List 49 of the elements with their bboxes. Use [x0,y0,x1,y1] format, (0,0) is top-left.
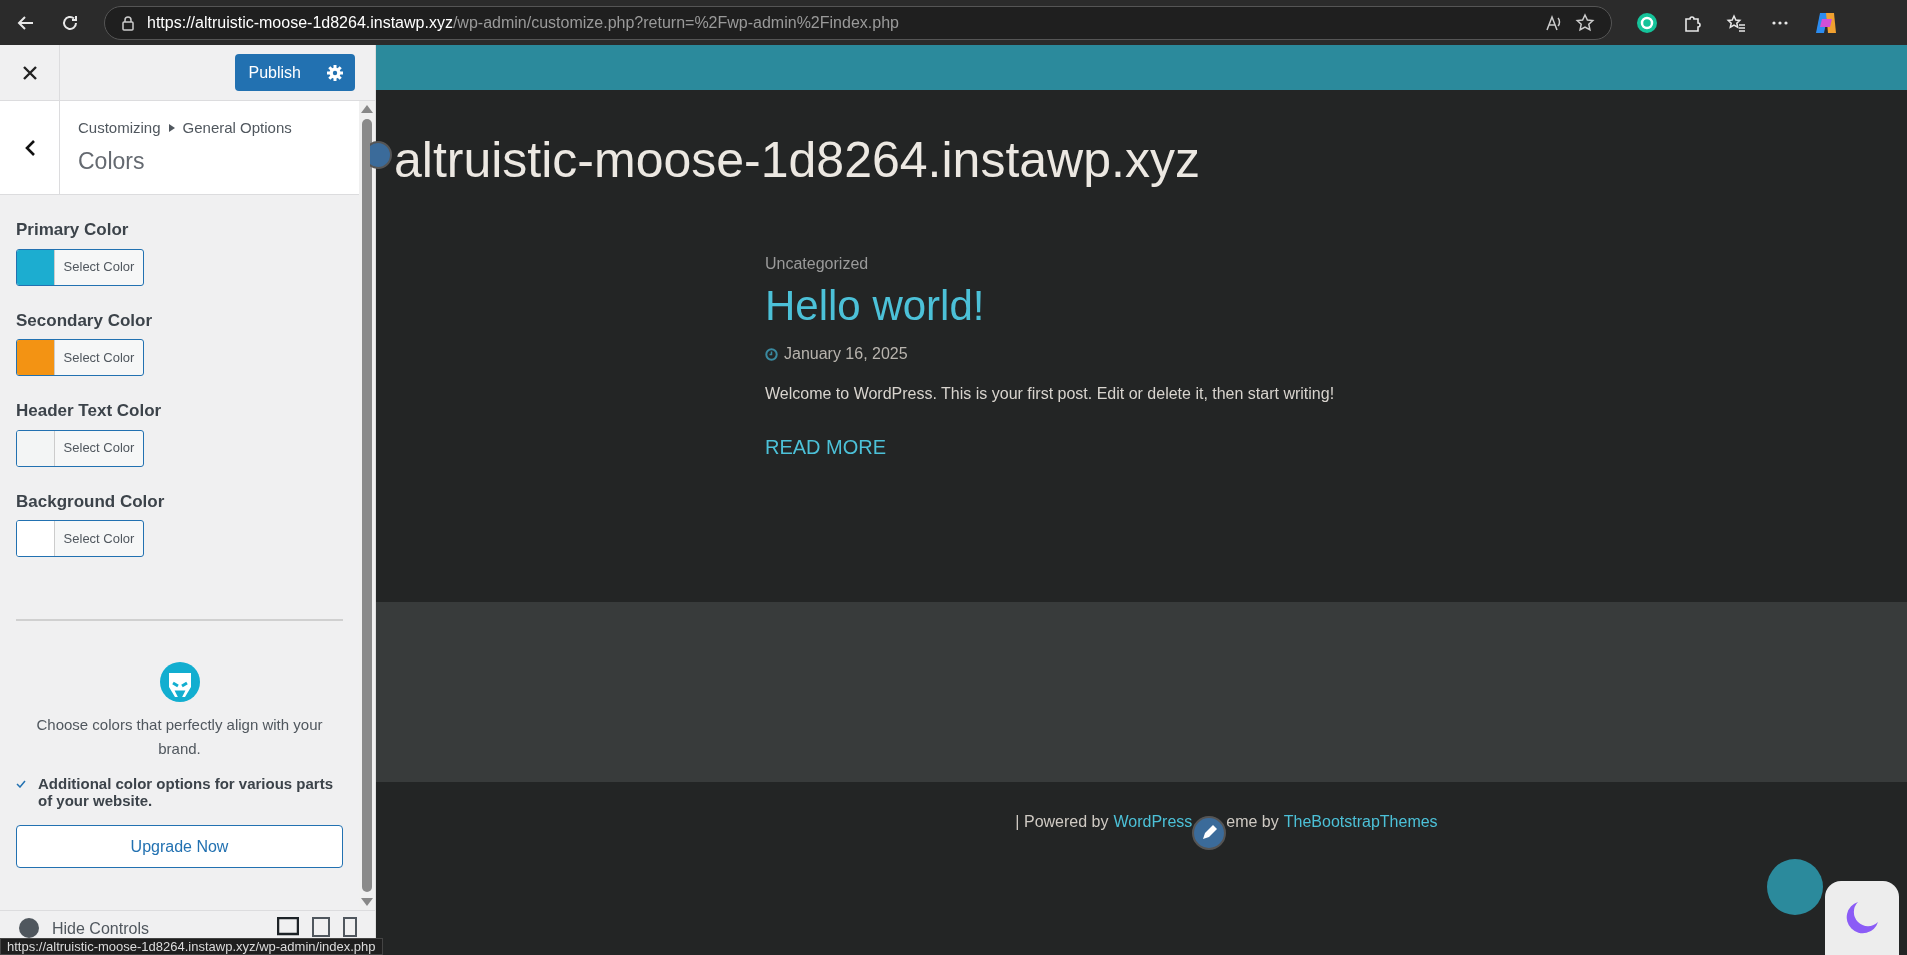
feature-text: Additional color options for various parts of your website. [38,775,335,809]
breadcrumb-item: Customizing [78,118,161,138]
control-label: Secondary Color [16,309,154,332]
control-label: Primary Color [16,219,130,241]
control-label: Header Text Color [16,400,163,422]
credit-text: | Powered by [1015,812,1109,832]
check-icon [16,780,26,788]
copilot-icon[interactable] [1814,10,1838,35]
post-title[interactable]: Hello world! [765,280,1907,332]
post-date: January 16, 2025 [784,344,908,364]
theme-author-link[interactable]: TheBootstrapThemes [1283,810,1438,834]
edit-pencil-icon[interactable] [1192,815,1227,850]
color-picker-button[interactable]: Select Color [16,429,144,467]
settings-icon [326,63,344,82]
post-excerpt: Welcome to WordPress. This is your first post. Edit or delete it, then start writing! [765,384,1336,404]
scroll-top-button[interactable] [1767,859,1823,915]
tablet-icon[interactable] [311,917,331,937]
control-label: Background Color [16,490,166,513]
status-url-tooltip: https://altruistic-moose-1d8264.instawp.xyz/wp-admin/index.php [0,938,383,955]
clock-icon [765,347,778,361]
star-icon[interactable] [1575,12,1595,33]
credit-text: eme by [1226,812,1279,832]
wordpress-link[interactable]: WordPress [1113,810,1193,834]
close-icon [21,64,38,81]
hide-controls-link[interactable]: Hide Controls [52,917,149,941]
breadcrumb-item: General Options [182,118,292,138]
lock-icon [121,14,135,31]
dark-mode-button[interactable] [1825,881,1899,955]
mascot-logo-icon [158,661,201,703]
edit-shortcut-icon[interactable] [370,140,392,170]
promo-text: Choose colors that perfectly align with your brand. [35,715,324,759]
mobile-icon[interactable] [343,917,357,937]
section-title: Colors [78,146,146,176]
collapse-icon[interactable] [18,917,40,939]
url-text: https://altruistic-moose-1d8264.instawp.xyz/wp-admin/customize.php?return=%2Fwp-admin%2Findex.php [147,12,899,33]
back-icon [23,138,36,157]
read-more-link[interactable]: READ MORE [765,432,1907,462]
post-category[interactable]: Uncategorized [765,252,1907,276]
address-bar[interactable]: https://altruistic-moose-1d8264.instawp.xyz/wp-admin/customize.php?return=%2Fwp-admin%2Findex.php [104,5,1612,40]
desktop-icon[interactable] [277,917,299,937]
color-picker-button[interactable]: Select Color [16,520,144,557]
breadcrumb-arrow-icon [168,124,175,133]
site-title[interactable]: altruistic-moose-1d8264.instawp.xyz [376,90,1907,190]
color-picker-button[interactable]: Select Color [16,339,144,376]
read-aloud-icon[interactable] [1545,13,1563,32]
grammar-extension-icon[interactable] [1636,11,1658,34]
upgrade-button[interactable]: Upgrade Now [16,825,343,868]
favorites-icon[interactable] [1726,12,1746,33]
color-picker-button[interactable]: Select Color [16,248,144,286]
